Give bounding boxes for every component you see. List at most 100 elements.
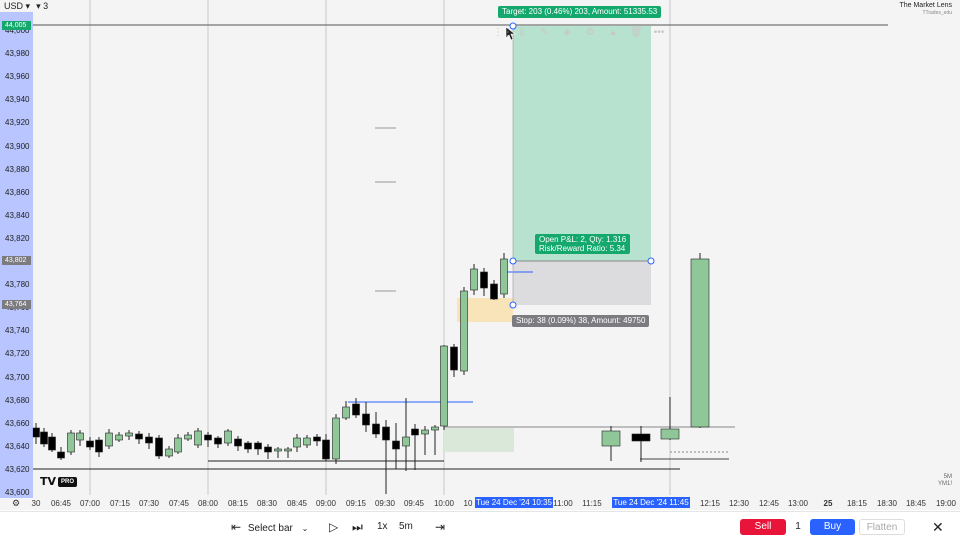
brand-name: The Market Lens <box>899 2 952 9</box>
time-tick-label: 08:00 <box>197 499 219 508</box>
interval-button[interactable]: 5m <box>399 519 413 535</box>
candle-down <box>135 433 143 440</box>
price-tick-label: 43,940 <box>5 95 30 105</box>
candle-down <box>95 439 103 453</box>
target-zone <box>513 26 651 261</box>
candle-down <box>145 436 153 444</box>
lock-icon[interactable]: 🔒︎ <box>607 27 619 39</box>
price-tick-label: 43,780 <box>5 280 30 290</box>
settings-gear-icon[interactable]: ⚙ <box>584 27 596 39</box>
time-tick-label: 09:15 <box>345 499 367 508</box>
brand-sub: TTrades_edu <box>922 10 952 16</box>
candle-up <box>293 437 301 448</box>
chart-area[interactable]: 44,000 43,980 43,960 43,940 43,920 43,900 43,8… <box>0 0 960 510</box>
drag-handle-icon[interactable]: ⋮⋮ <box>493 27 513 39</box>
speed-button[interactable]: 1x <box>377 519 388 535</box>
price-tick-label: 43,880 <box>5 164 30 174</box>
candle-down <box>631 433 651 442</box>
time-tick-label: 18:45 <box>905 499 927 508</box>
select-bar-button[interactable]: ⇤ Select bar ⌄ <box>231 519 308 535</box>
settings-gear-icon[interactable]: ⚙ <box>12 498 20 508</box>
candle-up <box>125 432 133 437</box>
price-tick-label: 43,840 <box>5 210 30 220</box>
candle-down <box>362 413 370 426</box>
candle-down <box>48 436 56 451</box>
stop-label[interactable]: Stop: 38 (0.09%) 38, Amount: 49750 <box>512 315 650 327</box>
price-tick-label: 43,860 <box>5 187 30 197</box>
play-icon[interactable]: ▷ <box>329 519 338 535</box>
buy-button[interactable]: Buy <box>810 519 855 535</box>
replay-toolbar: ⇤ Select bar ⌄ ▷ ⏭︎ 1x 5m ⇥ Sell 1 Buy F… <box>0 511 960 541</box>
candle-up <box>184 434 192 440</box>
candle-up <box>342 406 350 419</box>
more-icon[interactable]: ••• <box>653 27 665 39</box>
logo-text: TV <box>40 475 57 488</box>
time-tick-label: 09:00 <box>315 499 337 508</box>
time-tick-label: 08:30 <box>256 499 278 508</box>
candle-up <box>165 448 173 457</box>
candle-down <box>254 442 262 450</box>
candle-down <box>234 438 242 447</box>
candle-up <box>601 430 621 447</box>
template-icon[interactable]: ⫼ <box>516 27 528 39</box>
time-tick-label: 12:15 <box>699 499 721 508</box>
candle-down <box>490 283 498 300</box>
end-replay-icon[interactable]: ⇥ <box>435 519 445 535</box>
candle-up <box>421 429 429 435</box>
time-tick-label: 08:15 <box>227 499 249 508</box>
time-tick-label: 18:15 <box>846 499 868 508</box>
price-tag-stop: 43,764 <box>2 300 31 309</box>
price-tag-entry: 43,802 <box>2 256 31 265</box>
candle-up <box>115 434 123 441</box>
symbol-interval: 5M <box>943 474 952 480</box>
open-pnl-text: Open P&L: 2, Qty: 1.316 <box>539 235 627 244</box>
price-tick-label: 43,920 <box>5 118 30 128</box>
sell-button[interactable]: Sell <box>740 519 786 535</box>
step-forward-icon[interactable]: ⏭︎ <box>352 519 363 535</box>
price-tick-label: 43,900 <box>5 141 30 151</box>
time-tick-label: 09:30 <box>374 499 396 508</box>
price-tick-label: 43,740 <box>5 326 30 336</box>
price-tick-label: 43,720 <box>5 349 30 359</box>
candle-up <box>174 437 182 453</box>
price-tick-label: 43,960 <box>5 72 30 82</box>
currency-label: USD <box>4 1 24 11</box>
brand-block: The Market Lens TTrades_edu <box>899 1 952 17</box>
time-tick-label: 10:00 <box>433 499 455 508</box>
target-label[interactable]: Target: 203 (0.46%) 203, Amount: 51335.5… <box>498 6 662 18</box>
candle-up <box>284 448 292 452</box>
trash-icon[interactable]: 🗑︎ <box>630 27 643 39</box>
time-highlight-end: Tue 24 Dec '24 11:45 <box>612 497 690 508</box>
pnl-label[interactable]: Open P&L: 2, Qty: 1.316 Risk/Reward Rati… <box>535 234 631 254</box>
price-tick-label: 43,600 <box>5 488 30 497</box>
chart-canvas[interactable] <box>0 0 960 510</box>
time-tick-label: 07:45 <box>168 499 190 508</box>
rr-ratio-text: Risk/Reward Ratio: 5.34 <box>539 244 626 253</box>
chevron-down-icon: ▾ <box>36 1 41 11</box>
close-icon[interactable]: ✕ <box>932 519 944 535</box>
time-tick-label: 06:45 <box>50 499 72 508</box>
light-zone <box>444 428 514 452</box>
chevron-down-icon: ⌄ <box>301 524 309 533</box>
quantity-field[interactable]: 1 <box>795 519 801 535</box>
pencil-icon[interactable]: ✎ <box>538 27 550 39</box>
currency-selector[interactable]: USD ▾ <box>4 0 30 12</box>
tradingview-logo[interactable]: TV PRO <box>40 475 78 488</box>
candle-down <box>313 436 321 442</box>
price-tick-label: 43,640 <box>5 441 30 451</box>
layout-count-selector[interactable]: ▾ 3 <box>36 0 48 12</box>
price-tick-label: 43,980 <box>5 49 30 59</box>
candle-down <box>480 271 488 289</box>
time-tick-label: 11:15 <box>582 499 602 508</box>
time-tick-label: 07:30 <box>138 499 160 508</box>
candle-down <box>244 442 252 450</box>
candle-down <box>372 423 380 435</box>
layout-count-label: 3 <box>43 1 49 11</box>
flatten-button[interactable]: Flatten <box>859 519 905 535</box>
entry-handle <box>509 257 517 265</box>
time-tick-label: 08:45 <box>286 499 308 508</box>
chevron-down-icon: ▾ <box>25 1 31 11</box>
candle-up <box>660 428 680 440</box>
time-tick-label: 25 <box>823 499 833 508</box>
paint-icon[interactable]: ◈ <box>561 27 573 39</box>
